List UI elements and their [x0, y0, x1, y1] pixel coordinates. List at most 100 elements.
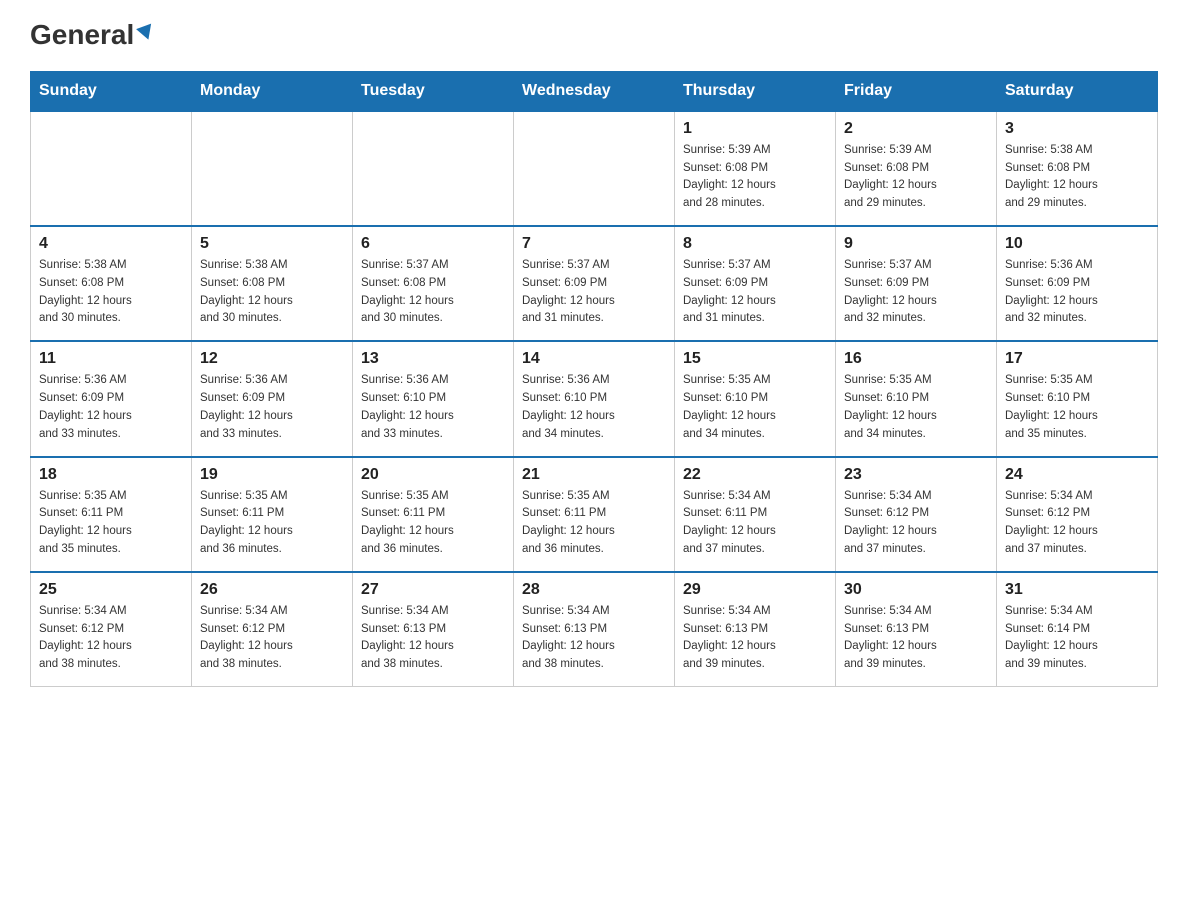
day-number: 13: [361, 350, 505, 368]
col-header-tuesday: Tuesday: [353, 71, 514, 111]
calendar-cell: 8Sunrise: 5:37 AMSunset: 6:09 PMDaylight…: [675, 226, 836, 341]
day-info: Sunrise: 5:34 AMSunset: 6:12 PMDaylight:…: [844, 488, 988, 559]
day-info: Sunrise: 5:37 AMSunset: 6:09 PMDaylight:…: [522, 257, 666, 328]
day-info: Sunrise: 5:34 AMSunset: 6:11 PMDaylight:…: [683, 488, 827, 559]
day-info: Sunrise: 5:35 AMSunset: 6:11 PMDaylight:…: [200, 488, 344, 559]
day-info: Sunrise: 5:37 AMSunset: 6:09 PMDaylight:…: [683, 257, 827, 328]
day-info: Sunrise: 5:35 AMSunset: 6:11 PMDaylight:…: [361, 488, 505, 559]
day-number: 30: [844, 581, 988, 599]
calendar-cell: 25 Sunrise: 5:34 AMSunset: 6:12 PMDayligh…: [31, 572, 192, 687]
day-info: Sunrise: 5:36 AMSunset: 6:09 PMDaylight:…: [200, 372, 344, 443]
calendar-cell: 4Sunrise: 5:38 AMSunset: 6:08 PMDaylight…: [31, 226, 192, 341]
day-info: Sunrise: 5:36 AMSunset: 6:09 PMDaylight:…: [39, 372, 183, 443]
day-info: Sunrise: 5:34 AMSunset: 6:12 PMDaylight:…: [1005, 488, 1149, 559]
col-header-saturday: Saturday: [997, 71, 1158, 111]
calendar-header-row: SundayMondayTuesdayWednesdayThursdayFrid…: [31, 71, 1158, 111]
page-header: General: [30, 20, 1158, 51]
calendar-cell: [353, 111, 514, 226]
calendar-cell: 31 Sunrise: 5:34 AMSunset: 6:14 PMDayligh…: [997, 572, 1158, 687]
day-number: 20: [361, 466, 505, 484]
col-header-wednesday: Wednesday: [514, 71, 675, 111]
calendar-cell: 15 Sunrise: 5:35 AMSunset: 6:10 PMDayligh…: [675, 341, 836, 456]
calendar-cell: 9 Sunrise: 5:37 AMSunset: 6:09 PMDaylight…: [836, 226, 997, 341]
calendar-cell: 12 Sunrise: 5:36 AMSunset: 6:09 PMDayligh…: [192, 341, 353, 456]
day-number: 5: [200, 235, 344, 253]
calendar-week-row: 25 Sunrise: 5:34 AMSunset: 6:12 PMDayligh…: [31, 572, 1158, 687]
calendar-cell: 10 Sunrise: 5:36 AMSunset: 6:09 PMDayligh…: [997, 226, 1158, 341]
calendar-cell: 16 Sunrise: 5:35 AMSunset: 6:10 PMDayligh…: [836, 341, 997, 456]
day-number: 29: [683, 581, 827, 599]
calendar-cell: [514, 111, 675, 226]
calendar-cell: 5 Sunrise: 5:38 AMSunset: 6:08 PMDaylight…: [192, 226, 353, 341]
day-number: 16: [844, 350, 988, 368]
calendar-table: SundayMondayTuesdayWednesdayThursdayFrid…: [30, 71, 1158, 687]
day-number: 7: [522, 235, 666, 253]
day-number: 19: [200, 466, 344, 484]
calendar-cell: 22 Sunrise: 5:34 AMSunset: 6:11 PMDayligh…: [675, 457, 836, 572]
calendar-cell: 1 Sunrise: 5:39 AMSunset: 6:08 PMDaylight…: [675, 111, 836, 226]
day-info: Sunrise: 5:34 AMSunset: 6:13 PMDaylight:…: [361, 603, 505, 674]
col-header-friday: Friday: [836, 71, 997, 111]
calendar-cell: 14Sunrise: 5:36 AMSunset: 6:10 PMDayligh…: [514, 341, 675, 456]
day-info: Sunrise: 5:36 AMSunset: 6:10 PMDaylight:…: [522, 372, 666, 443]
calendar-cell: 21 Sunrise: 5:35 AMSunset: 6:11 PMDayligh…: [514, 457, 675, 572]
day-number: 25: [39, 581, 183, 599]
day-info: Sunrise: 5:35 AMSunset: 6:10 PMDaylight:…: [683, 372, 827, 443]
calendar-cell: 27 Sunrise: 5:34 AMSunset: 6:13 PMDayligh…: [353, 572, 514, 687]
day-number: 11: [39, 350, 183, 368]
day-number: 4: [39, 235, 183, 253]
col-header-sunday: Sunday: [31, 71, 192, 111]
day-info: Sunrise: 5:37 AMSunset: 6:09 PMDaylight:…: [844, 257, 988, 328]
calendar-cell: 19 Sunrise: 5:35 AMSunset: 6:11 PMDayligh…: [192, 457, 353, 572]
day-number: 18: [39, 466, 183, 484]
day-info: Sunrise: 5:35 AMSunset: 6:11 PMDaylight:…: [522, 488, 666, 559]
day-info: Sunrise: 5:35 AMSunset: 6:10 PMDaylight:…: [844, 372, 988, 443]
calendar-week-row: 4 Sunrise: 5:38 AMSunset: 6:08 PMDaylight…: [31, 226, 1158, 341]
col-header-thursday: Thursday: [675, 71, 836, 111]
day-number: 2: [844, 120, 988, 138]
day-number: 23: [844, 466, 988, 484]
day-info: Sunrise: 5:36 AMSunset: 6:09 PMDaylight:…: [1005, 257, 1149, 328]
calendar-cell: 2 Sunrise: 5:39 AMSunset: 6:08 PMDaylight…: [836, 111, 997, 226]
day-number: 3: [1005, 120, 1149, 138]
day-info: Sunrise: 5:38 AMSunset: 6:08 PMDaylight:…: [1005, 142, 1149, 213]
logo-text: General: [30, 20, 154, 51]
day-number: 1: [683, 120, 827, 138]
day-info: Sunrise: 5:34 AMSunset: 6:12 PMDaylight:…: [200, 603, 344, 674]
day-info: Sunrise: 5:36 AMSunset: 6:10 PMDaylight:…: [361, 372, 505, 443]
calendar-cell: [31, 111, 192, 226]
calendar-cell: 20 Sunrise: 5:35 AMSunset: 6:11 PMDayligh…: [353, 457, 514, 572]
logo: General: [30, 20, 154, 51]
day-number: 24: [1005, 466, 1149, 484]
calendar-cell: 17Sunrise: 5:35 AMSunset: 6:10 PMDayligh…: [997, 341, 1158, 456]
day-number: 31: [1005, 581, 1149, 599]
calendar-cell: 24 Sunrise: 5:34 AMSunset: 6:12 PMDayligh…: [997, 457, 1158, 572]
day-info: Sunrise: 5:38 AMSunset: 6:08 PMDaylight:…: [200, 257, 344, 328]
day-info: Sunrise: 5:34 AMSunset: 6:13 PMDaylight:…: [844, 603, 988, 674]
day-number: 9: [844, 235, 988, 253]
calendar-cell: 11 Sunrise: 5:36 AMSunset: 6:09 PMDayligh…: [31, 341, 192, 456]
day-number: 27: [361, 581, 505, 599]
day-number: 12: [200, 350, 344, 368]
day-number: 21: [522, 466, 666, 484]
day-number: 15: [683, 350, 827, 368]
calendar-cell: 7 Sunrise: 5:37 AMSunset: 6:09 PMDaylight…: [514, 226, 675, 341]
calendar-week-row: 18 Sunrise: 5:35 AMSunset: 6:11 PMDayligh…: [31, 457, 1158, 572]
day-info: Sunrise: 5:39 AMSunset: 6:08 PMDaylight:…: [683, 142, 827, 213]
calendar-cell: 3 Sunrise: 5:38 AMSunset: 6:08 PMDaylight…: [997, 111, 1158, 226]
calendar-cell: [192, 111, 353, 226]
day-info: Sunrise: 5:34 AMSunset: 6:13 PMDaylight:…: [683, 603, 827, 674]
day-info: Sunrise: 5:39 AMSunset: 6:08 PMDaylight:…: [844, 142, 988, 213]
calendar-cell: 23 Sunrise: 5:34 AMSunset: 6:12 PMDayligh…: [836, 457, 997, 572]
day-info: Sunrise: 5:34 AMSunset: 6:12 PMDaylight:…: [39, 603, 183, 674]
calendar-cell: 28 Sunrise: 5:34 AMSunset: 6:13 PMDayligh…: [514, 572, 675, 687]
day-number: 10: [1005, 235, 1149, 253]
calendar-cell: 13 Sunrise: 5:36 AMSunset: 6:10 PMDayligh…: [353, 341, 514, 456]
day-number: 17: [1005, 350, 1149, 368]
day-info: Sunrise: 5:34 AMSunset: 6:13 PMDaylight:…: [522, 603, 666, 674]
calendar-cell: 29 Sunrise: 5:34 AMSunset: 6:13 PMDayligh…: [675, 572, 836, 687]
day-info: Sunrise: 5:34 AMSunset: 6:14 PMDaylight:…: [1005, 603, 1149, 674]
day-number: 28: [522, 581, 666, 599]
logo-triangle-icon: [136, 23, 156, 42]
day-number: 22: [683, 466, 827, 484]
